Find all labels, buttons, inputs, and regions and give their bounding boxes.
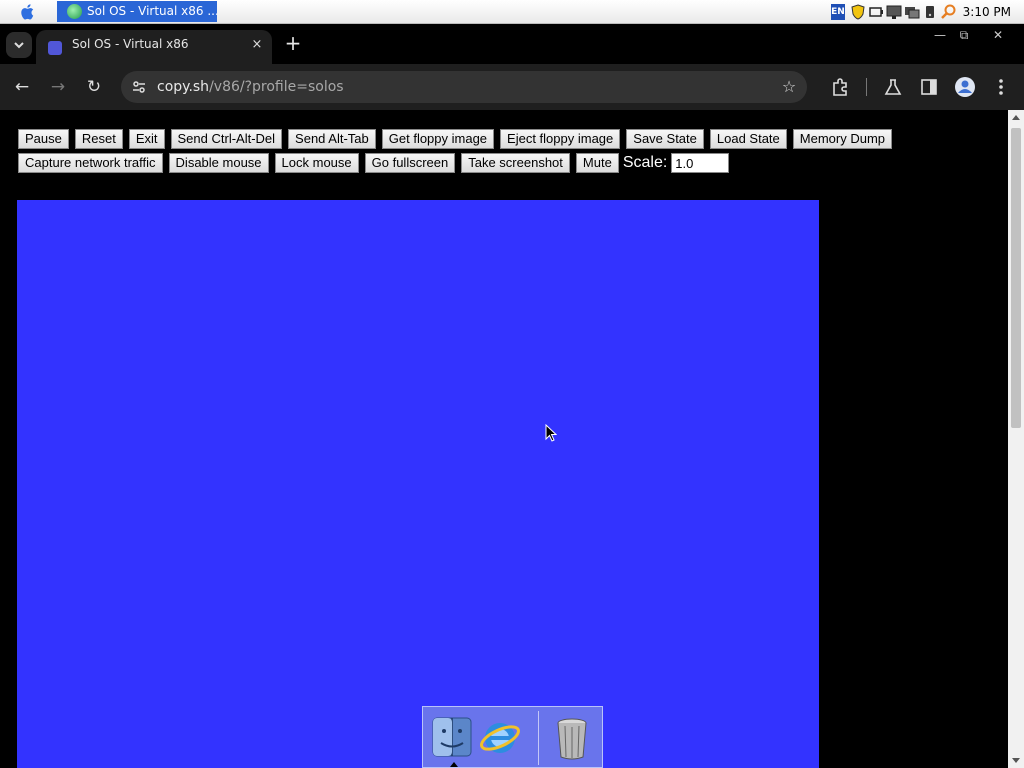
scroll-down-arrow-icon[interactable] bbox=[1012, 758, 1020, 763]
controls-row-1: Pause Reset Exit Send Ctrl-Alt-Del Send Alt-… bbox=[18, 129, 918, 149]
url-text: copy.sh/v86/?profile=solos bbox=[157, 71, 344, 103]
profile-avatar-icon[interactable] bbox=[952, 74, 978, 100]
address-bar[interactable]: copy.sh/v86/?profile=solos ☆ bbox=[121, 71, 807, 103]
browser-tab-active[interactable]: Sol OS - Virtual x86 × bbox=[36, 30, 272, 64]
memory-dump-button[interactable]: Memory Dump bbox=[792, 129, 893, 149]
url-host: copy.sh bbox=[157, 79, 210, 95]
disable-mouse-button[interactable]: Disable mouse bbox=[168, 153, 269, 173]
save-state-button[interactable]: Save State bbox=[626, 129, 704, 149]
go-fullscreen-button[interactable]: Go fullscreen bbox=[364, 153, 456, 173]
load-state-button[interactable]: Load State bbox=[709, 129, 787, 149]
chevron-down-icon bbox=[14, 42, 24, 49]
site-favicon-icon bbox=[48, 41, 62, 55]
labs-flask-icon[interactable] bbox=[880, 74, 906, 100]
page-scrollbar[interactable] bbox=[1008, 110, 1024, 768]
tab-title: Sol OS - Virtual x86 bbox=[72, 37, 189, 51]
side-panel-icon[interactable] bbox=[916, 74, 942, 100]
send-ctrl-alt-del-button[interactable]: Send Ctrl-Alt-Del bbox=[170, 129, 283, 149]
battery-icon[interactable] bbox=[869, 4, 883, 20]
more-menu-icon[interactable] bbox=[988, 74, 1014, 100]
site-settings-icon[interactable] bbox=[131, 79, 147, 95]
device-icon[interactable] bbox=[923, 4, 937, 20]
dock-separator bbox=[538, 711, 539, 765]
bookmark-star-icon[interactable]: ☆ bbox=[779, 77, 799, 97]
scroll-up-arrow-icon[interactable] bbox=[1012, 115, 1020, 120]
capture-network-traffic-button[interactable]: Capture network traffic bbox=[18, 153, 163, 173]
running-indicator bbox=[450, 762, 458, 767]
scale-input[interactable] bbox=[671, 153, 730, 173]
browser-toolbar: ← → ↻ copy.sh/v86/?profile=solos ☆ bbox=[0, 64, 1024, 110]
forward-button[interactable]: → bbox=[45, 74, 71, 100]
scale-label: Scale: bbox=[622, 154, 668, 171]
extensions-icon[interactable] bbox=[827, 74, 853, 100]
finder-icon[interactable] bbox=[431, 715, 473, 761]
apple-menu-icon[interactable] bbox=[18, 2, 38, 22]
os-dock bbox=[422, 706, 603, 768]
taskbar-window-title: Sol OS - Virtual x86 ... bbox=[87, 4, 217, 18]
display-icon[interactable] bbox=[886, 4, 902, 20]
get-floppy-image-button[interactable]: Get floppy image bbox=[381, 129, 495, 149]
internet-explorer-icon[interactable] bbox=[479, 715, 521, 761]
tab-close-button[interactable]: × bbox=[248, 36, 266, 54]
page-content: Pause Reset Exit Send Ctrl-Alt-Del Send Alt-… bbox=[0, 110, 1008, 768]
app-icon bbox=[67, 4, 82, 19]
vm-screen[interactable] bbox=[17, 200, 819, 768]
pause-button[interactable]: Pause bbox=[18, 129, 69, 149]
restore-button[interactable]: ⧉ bbox=[953, 26, 975, 44]
network-icon[interactable] bbox=[904, 4, 920, 20]
take-screenshot-button[interactable]: Take screenshot bbox=[461, 153, 570, 173]
reload-button[interactable]: ↻ bbox=[81, 74, 107, 100]
tab-search-button[interactable] bbox=[6, 32, 32, 58]
back-button[interactable]: ← bbox=[9, 74, 35, 100]
language-indicator[interactable]: EN bbox=[831, 4, 845, 20]
trash-icon[interactable] bbox=[551, 715, 593, 761]
toolbar-separator bbox=[866, 78, 867, 96]
url-path: /v86/?profile=solos bbox=[209, 79, 344, 95]
lock-mouse-button[interactable]: Lock mouse bbox=[274, 153, 359, 173]
scrollbar-thumb[interactable] bbox=[1011, 128, 1021, 428]
eject-floppy-image-button[interactable]: Eject floppy image bbox=[500, 129, 621, 149]
controls-row-2: Capture network traffic Disable mouse Lock… bbox=[18, 153, 918, 173]
system-clock[interactable]: 3:10 PM bbox=[963, 0, 1011, 24]
reset-button[interactable]: Reset bbox=[74, 129, 123, 149]
emulator-controls: Pause Reset Exit Send Ctrl-Alt-Del Send Alt-… bbox=[18, 129, 918, 177]
minimize-button[interactable]: — bbox=[929, 26, 951, 44]
new-tab-button[interactable]: + bbox=[282, 32, 304, 54]
mute-button[interactable]: Mute bbox=[575, 153, 619, 173]
search-icon[interactable] bbox=[941, 4, 957, 20]
top-menubar: Sol OS - Virtual x86 ... EN 3:10 PM bbox=[0, 0, 1024, 24]
shield-icon[interactable] bbox=[851, 4, 865, 20]
exit-button[interactable]: Exit bbox=[128, 129, 165, 149]
browser-tab-strip: Sol OS - Virtual x86 × + — ⧉ ✕ bbox=[0, 24, 1024, 64]
mouse-cursor-icon bbox=[545, 424, 557, 442]
send-alt-tab-button[interactable]: Send Alt-Tab bbox=[288, 129, 376, 149]
window-close-button[interactable]: ✕ bbox=[987, 26, 1009, 44]
taskbar-active-window[interactable]: Sol OS - Virtual x86 ... bbox=[57, 1, 217, 22]
